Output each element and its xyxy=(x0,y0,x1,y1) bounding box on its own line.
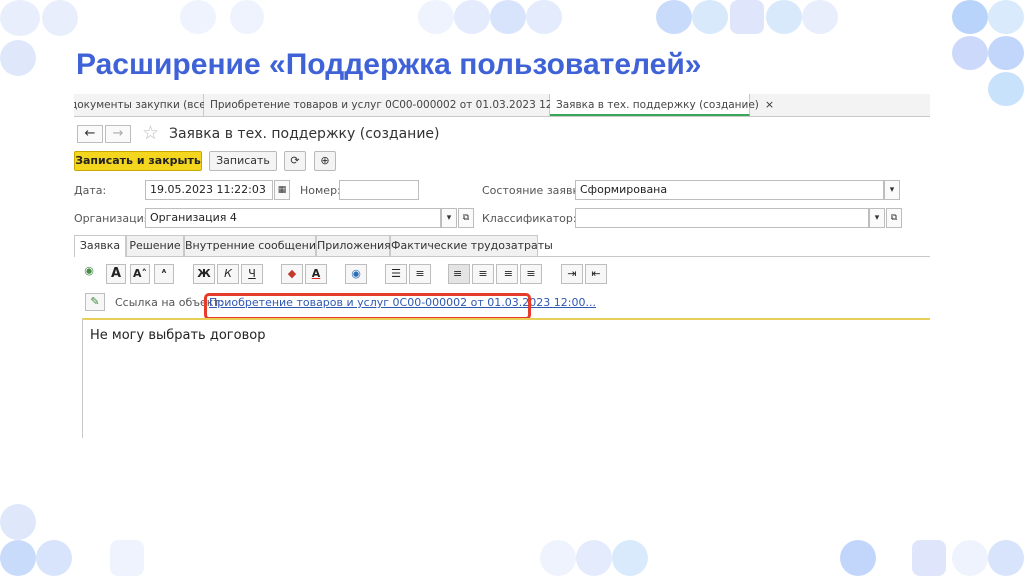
organization-label: Организация: xyxy=(74,212,155,225)
align-justify-icon[interactable]: ≡ xyxy=(520,264,542,284)
calendar-icon[interactable]: ▦ xyxy=(274,180,290,200)
underline-button[interactable]: Ч xyxy=(241,264,263,284)
highlight-frame xyxy=(204,293,531,320)
indent-decrease-icon[interactable]: ⇤ xyxy=(585,264,607,284)
back-button[interactable]: ← xyxy=(77,125,103,143)
image-icon[interactable]: ◉ xyxy=(82,262,96,277)
refresh-icon[interactable]: ⟳ xyxy=(284,151,306,171)
font-shrink-button[interactable]: ᴬ xyxy=(154,264,174,284)
date-field[interactable]: 19.05.2023 11:22:03 xyxy=(145,180,273,200)
chevron-down-icon[interactable]: ▾ xyxy=(869,208,885,228)
tab-request[interactable]: Заявка xyxy=(74,235,126,257)
organization-field[interactable]: Организация 4 xyxy=(145,208,441,228)
history-icon[interactable]: ⊕ xyxy=(314,151,336,171)
number-field[interactable] xyxy=(339,180,419,200)
close-icon[interactable]: × xyxy=(765,98,774,111)
form-title: Заявка в тех. поддержку (создание) xyxy=(169,126,440,142)
window-tab-label: документы закупки (все) xyxy=(74,99,210,111)
date-label: Дата: xyxy=(74,184,107,197)
chevron-down-icon[interactable]: ▾ xyxy=(441,208,457,228)
forward-button[interactable]: → xyxy=(105,125,131,143)
tab-attachments[interactable]: Приложения xyxy=(316,235,391,256)
font-color-button[interactable]: A xyxy=(305,264,327,284)
save-button[interactable]: Записать xyxy=(209,151,277,171)
arrow-left-icon: ← xyxy=(84,126,96,141)
app-screenshot: документы закупки (все)× Приобретение то… xyxy=(74,94,930,438)
align-right-icon[interactable]: ≡ xyxy=(496,264,518,284)
form-tabs: Заявка Решение Внутренние сообщения Прил… xyxy=(74,235,930,257)
tab-solution[interactable]: Решение xyxy=(126,235,184,256)
open-icon[interactable]: ⧉ xyxy=(886,208,902,228)
italic-button[interactable]: К xyxy=(217,264,239,284)
number-label: Номер: xyxy=(300,184,341,197)
insert-picture-icon[interactable]: ◉ xyxy=(345,264,367,284)
window-tabs-bar: документы закупки (все)× Приобретение то… xyxy=(74,94,930,117)
align-center-icon[interactable]: ≡ xyxy=(472,264,494,284)
window-tab-label: Приобретение товаров и услуг 0С00-000002… xyxy=(210,99,587,111)
favorite-star-icon[interactable]: ☆ xyxy=(142,122,159,144)
indent-increase-icon[interactable]: ⇥ xyxy=(561,264,583,284)
message-text: Не могу выбрать договор xyxy=(90,328,266,343)
arrow-right-icon: → xyxy=(112,126,124,141)
window-tab-label: Заявка в тех. поддержку (создание) xyxy=(556,99,759,111)
open-icon[interactable]: ⧉ xyxy=(458,208,474,228)
font-button[interactable]: A xyxy=(106,264,126,284)
numbered-list-icon[interactable]: ≡ xyxy=(409,264,431,284)
edit-pencil-icon[interactable]: ✎ xyxy=(85,293,105,311)
slide-title: Расширение «Поддержка пользователей» xyxy=(76,48,702,81)
chevron-down-icon[interactable]: ▾ xyxy=(884,180,900,200)
classifier-label: Классификатор: xyxy=(482,212,577,225)
font-grow-button[interactable]: A˄ xyxy=(130,264,150,284)
tab-actual-labor[interactable]: Фактические трудозатраты xyxy=(390,235,553,256)
status-field[interactable]: Сформирована xyxy=(575,180,884,200)
bold-button[interactable]: Ж xyxy=(193,264,215,284)
window-tab-purchases[interactable]: документы закупки (все)× xyxy=(74,94,225,116)
classifier-field[interactable] xyxy=(575,208,869,228)
save-and-close-button[interactable]: Записать и закрыть xyxy=(74,151,202,171)
bullet-list-icon[interactable]: ☰ xyxy=(385,264,407,284)
align-left-icon[interactable]: ≡ xyxy=(448,264,470,284)
tab-internal-messages[interactable]: Внутренние сообщения xyxy=(184,235,323,256)
status-label: Состояние заявки: xyxy=(482,184,591,197)
window-tab-support-request[interactable]: Заявка в тех. поддержку (создание) × xyxy=(550,94,774,116)
fill-color-icon[interactable]: ◆ xyxy=(281,264,303,284)
window-tab-acquisition[interactable]: Приобретение товаров и услуг 0С00-000002… xyxy=(204,94,601,116)
